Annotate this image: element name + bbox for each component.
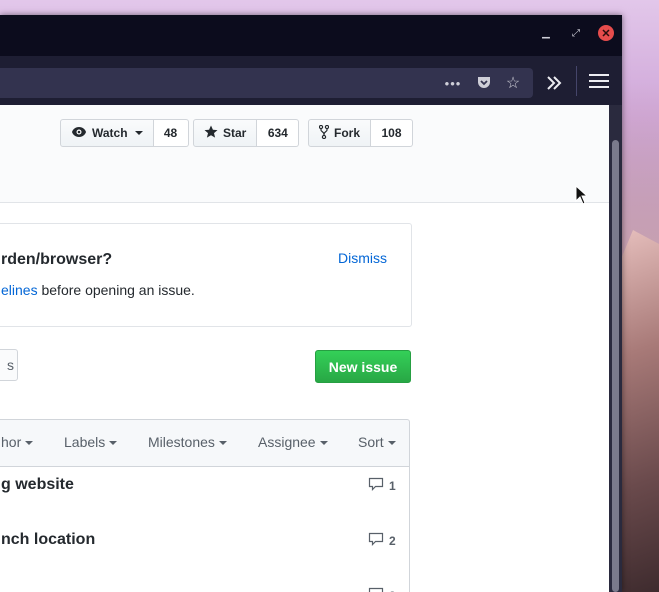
close-icon[interactable]: ✕: [598, 25, 614, 41]
labels-filter-label: Labels: [64, 434, 106, 450]
chevron-down-icon: [25, 441, 34, 446]
milestones-filter[interactable]: Milestones: [148, 434, 227, 450]
milestones-filter-label: Milestones: [148, 434, 215, 450]
notice-text: elines before opening an issue.: [1, 282, 195, 298]
comment-count: 2: [389, 533, 396, 548]
assignee-filter-label: Assignee: [258, 434, 316, 450]
sort-filter[interactable]: Sort: [358, 434, 396, 450]
page-actions-more-icon[interactable]: •••: [444, 74, 462, 92]
fork-button[interactable]: Fork: [308, 119, 372, 147]
watch-button[interactable]: Watch: [60, 119, 154, 147]
fork-icon: [318, 124, 330, 142]
hamburger-menu-icon[interactable]: [589, 74, 609, 92]
star-count[interactable]: 634: [257, 119, 300, 147]
issue-row[interactable]: 2: [0, 577, 410, 592]
issue-comments[interactable]: 1: [368, 477, 396, 494]
labels-button[interactable]: s: [0, 349, 18, 381]
page-content: Watch 48 Star 634 Fork 108 rden/browser?…: [0, 105, 609, 592]
navigation-toolbar: ••• ☆: [0, 56, 622, 105]
comment-count: 2: [389, 589, 396, 592]
author-filter[interactable]: hor: [1, 434, 34, 450]
scrollbar-thumb[interactable]: [612, 140, 619, 592]
title-bar: ▁ ⤢ ✕: [0, 15, 622, 56]
issue-row[interactable]: nch location 2: [0, 522, 410, 578]
assignee-filter[interactable]: Assignee: [258, 434, 328, 450]
notice-heading: rden/browser?: [1, 251, 113, 268]
comment-icon: [368, 477, 384, 494]
overflow-menu-icon[interactable]: [543, 72, 565, 94]
contributing-notice: rden/browser? elines before opening an i…: [0, 223, 412, 327]
comment-count: 1: [389, 478, 396, 493]
page-scrollbar[interactable]: [609, 105, 622, 592]
pocket-icon[interactable]: [475, 74, 493, 92]
bookmark-star-icon[interactable]: ☆: [504, 74, 522, 92]
dismiss-button[interactable]: Dismiss: [338, 250, 387, 266]
author-filter-label: hor: [1, 434, 22, 450]
chevron-down-icon: [319, 441, 328, 446]
notice-text-rest: before opening an issue.: [37, 282, 195, 298]
minimize-icon[interactable]: ▁: [538, 25, 554, 41]
url-bar[interactable]: ••• ☆: [0, 68, 533, 98]
chevron-down-icon: [109, 441, 118, 446]
guidelines-link[interactable]: elines: [1, 282, 38, 298]
browser-window: ▁ ⤢ ✕ ••• ☆ Watch 48 Star 634 Fork 108 r…: [0, 15, 622, 592]
watch-button-group: Watch 48: [60, 119, 189, 147]
issue-title[interactable]: nch location: [1, 531, 95, 549]
watch-label: Watch: [92, 126, 128, 140]
chevron-down-icon: [134, 131, 143, 135]
issue-title[interactable]: g website: [1, 476, 74, 494]
comment-icon: [368, 587, 384, 592]
repo-header: Watch 48 Star 634 Fork 108: [0, 105, 609, 203]
issue-comments[interactable]: 2: [368, 532, 396, 549]
mouse-cursor-icon: [575, 184, 589, 208]
issue-row[interactable]: g website 1: [0, 467, 410, 523]
new-issue-button[interactable]: New issue: [315, 350, 411, 383]
maximize-icon[interactable]: ⤢: [568, 25, 584, 41]
toolbar-separator: [576, 66, 577, 96]
star-button[interactable]: Star: [193, 119, 258, 147]
fork-label: Fork: [334, 126, 361, 140]
chevron-down-icon: [387, 441, 396, 446]
star-button-group: Star 634: [193, 119, 300, 147]
issues-filter-bar: hor Labels Milestones Assignee Sort: [0, 419, 410, 467]
fork-button-group: Fork 108: [308, 119, 414, 147]
chevron-down-icon: [218, 441, 227, 446]
sort-filter-label: Sort: [358, 434, 384, 450]
issue-comments[interactable]: 2: [368, 587, 396, 592]
star-icon: [204, 125, 218, 142]
watch-count[interactable]: 48: [153, 119, 189, 147]
star-label: Star: [223, 126, 247, 140]
comment-icon: [368, 532, 384, 549]
labels-filter[interactable]: Labels: [64, 434, 118, 450]
fork-count[interactable]: 108: [371, 119, 414, 147]
eye-icon: [71, 126, 87, 141]
